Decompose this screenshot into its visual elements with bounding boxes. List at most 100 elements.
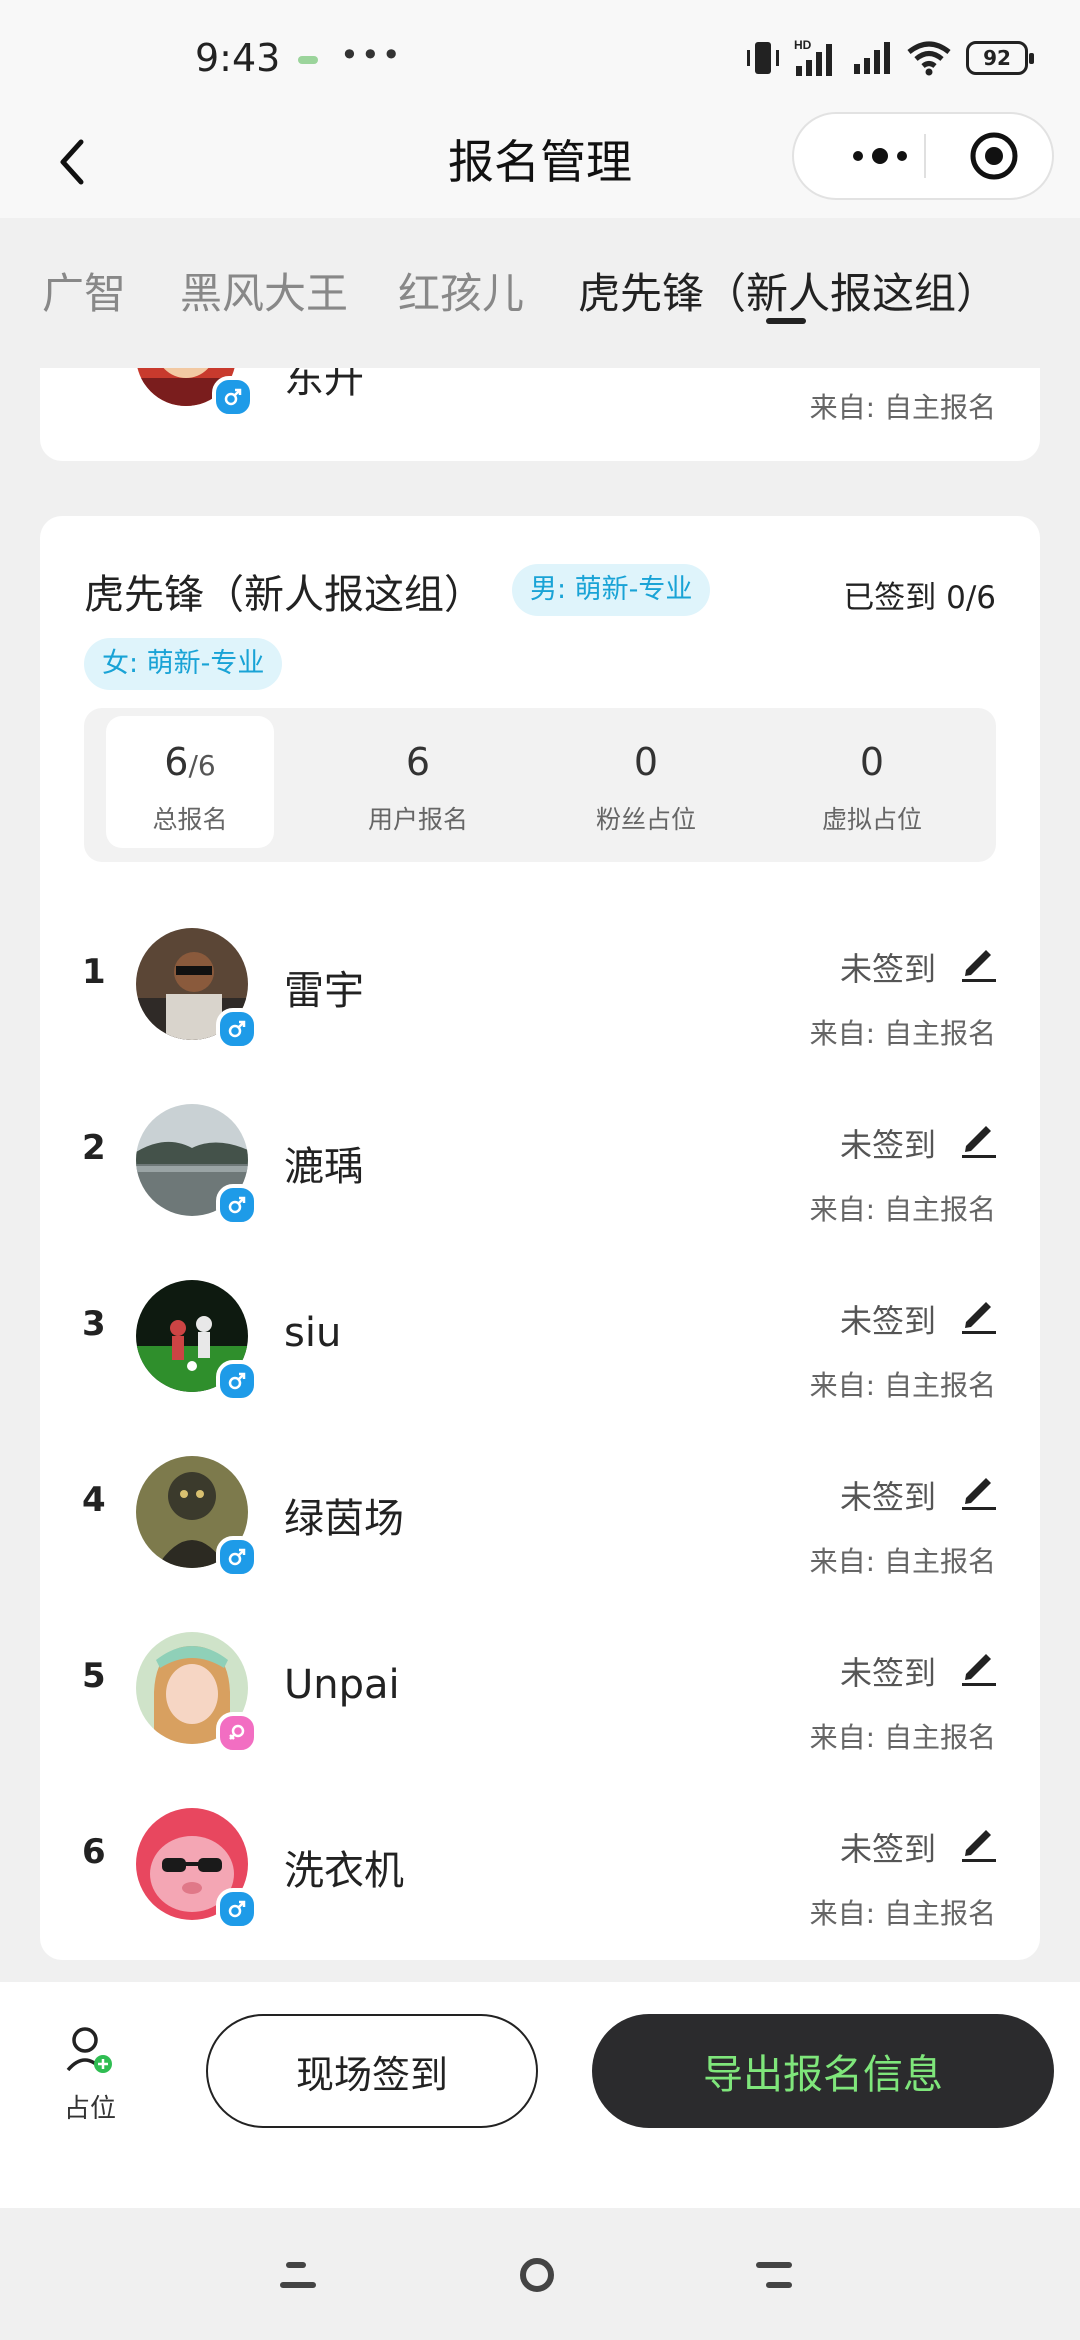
male-badge-icon <box>216 1008 258 1050</box>
stat-fans-value: 0 <box>633 740 659 784</box>
member-row[interactable]: 6 洗衣机 未签到 来自: 自主报名 <box>40 1772 1040 1948</box>
onsite-signin-button[interactable]: 现场签到 <box>206 2014 538 2128</box>
group-card: 虎先锋（新人报这组） 男: 萌新-专业 已签到 0/6 女: 萌新-专业 6/6… <box>40 516 1040 1960</box>
battery-level: 92 <box>983 46 1011 70</box>
bottom-action-bar: 占位 现场签到 导出报名信息 <box>0 1982 1080 2208</box>
active-tab-indicator <box>766 318 806 324</box>
member-index: 5 <box>82 1656 106 1696</box>
member-row[interactable]: 5 Unpai 未签到 来自: 自主报名 <box>40 1596 1040 1772</box>
edit-icon[interactable] <box>956 940 1000 984</box>
member-name: 漉瑀 <box>284 1144 364 1190</box>
status-bar: 9:43 ••• HD 92 <box>0 0 1080 110</box>
male-badge-icon <box>212 376 254 418</box>
placeholder-label: 占位 <box>63 2094 116 2124</box>
source-label: 来自: 自主报名 <box>809 1193 996 1226</box>
source-label: 来自: 自主报名 <box>809 1369 996 1402</box>
source-label: 来自: 自主报名 <box>809 1897 996 1930</box>
tab-guangzhi[interactable]: 广智 <box>42 260 126 321</box>
stat-virtual-value: 0 <box>859 740 885 784</box>
edit-icon[interactable] <box>956 1820 1000 1864</box>
stat-virtual[interactable]: 0 虚拟占位 <box>788 716 956 848</box>
signin-status: 未签到 <box>839 1478 936 1516</box>
signin-status: 未签到 <box>839 1126 936 1164</box>
capsule-divider <box>924 134 926 178</box>
signin-status: 未签到 <box>839 950 936 988</box>
more-dots-icon <box>853 148 907 164</box>
status-time: 9:43 <box>195 36 281 80</box>
member-name: 雷宇 <box>284 968 364 1014</box>
source-label: 来自: 自主报名 <box>809 391 996 424</box>
export-registration-button[interactable]: 导出报名信息 <box>592 2014 1054 2128</box>
battery-icon: 92 <box>966 41 1034 75</box>
group-title: 虎先锋（新人报这组） <box>84 572 484 618</box>
add-person-icon <box>66 2027 112 2073</box>
member-index: 4 <box>82 1480 106 1520</box>
member-index: 3 <box>82 1304 106 1344</box>
back-nav-icon[interactable] <box>756 2258 792 2292</box>
signin-status: 未签到 <box>839 1654 936 1692</box>
status-dots: ••• <box>340 36 403 74</box>
notification-indicator-icon <box>298 56 318 64</box>
source-label: 来自: 自主报名 <box>809 1721 996 1754</box>
stat-total-value: 6 <box>164 740 189 784</box>
previous-group-card: 东升 来自: 自主报名 <box>40 368 1040 461</box>
registration-stats: 6/6 总报名 6 用户报名 0 粉丝占位 0 虚拟占位 <box>84 708 996 862</box>
stat-user-label: 用户报名 <box>367 805 468 834</box>
member-name: Unpai <box>284 1662 400 1708</box>
edit-icon[interactable] <box>956 1644 1000 1688</box>
member-index: 1 <box>82 952 106 992</box>
member-name: 洗衣机 <box>284 1848 404 1894</box>
male-badge-icon <box>216 1888 258 1930</box>
target-circle-icon <box>970 132 1018 180</box>
stat-fans[interactable]: 0 粉丝占位 <box>562 716 730 848</box>
edit-icon[interactable] <box>956 1116 1000 1160</box>
close-miniprogram-button[interactable] <box>954 114 1034 198</box>
member-row[interactable]: 3 siu 未签到 来自: 自主报名 <box>40 1244 1040 1420</box>
cellular-signal-2-icon <box>854 42 890 74</box>
female-badge-icon <box>216 1712 258 1754</box>
menu-nav-icon[interactable] <box>280 2258 316 2292</box>
stat-total-label: 总报名 <box>152 805 228 834</box>
cellular-signal-icon: HD <box>794 38 832 76</box>
male-level-tag: 男: 萌新-专业 <box>512 564 711 616</box>
tab-honghaier[interactable]: 红孩儿 <box>398 260 524 321</box>
vibrate-icon <box>747 42 779 74</box>
stat-user-value: 6 <box>405 740 431 784</box>
tab-huxianfeng[interactable]: 虎先锋（新人报这组） <box>578 260 998 321</box>
network-label: HD <box>794 38 812 52</box>
miniprogram-capsule <box>792 112 1054 200</box>
home-nav-icon[interactable] <box>518 2256 556 2294</box>
previous-member-name: 东升 <box>284 368 364 402</box>
stat-virtual-label: 虚拟占位 <box>821 805 922 834</box>
stat-user[interactable]: 6 用户报名 <box>334 716 502 848</box>
edit-icon[interactable] <box>956 1292 1000 1336</box>
female-level-tag: 女: 萌新-专业 <box>84 638 283 690</box>
system-navigation-bar <box>0 2208 1080 2340</box>
more-button[interactable] <box>830 114 930 198</box>
member-index: 2 <box>82 1128 106 1168</box>
male-badge-icon <box>216 1184 258 1226</box>
wifi-icon <box>907 41 951 76</box>
member-index: 6 <box>82 1832 106 1872</box>
tab-heifeng[interactable]: 黑风大王 <box>180 260 348 321</box>
source-label: 来自: 自主报名 <box>809 1545 996 1578</box>
member-name: 绿茵场 <box>284 1496 404 1542</box>
member-row[interactable]: 2 漉瑀 未签到 来自: 自主报名 <box>40 1068 1040 1244</box>
stat-fans-label: 粉丝占位 <box>595 805 696 834</box>
checked-in-count: 已签到 0/6 <box>843 580 996 616</box>
member-row[interactable]: 1 雷宇 未签到 来自: 自主报名 <box>40 892 1040 1068</box>
member-name: siu <box>284 1310 342 1356</box>
status-icons: HD 92 <box>746 38 1034 78</box>
member-row[interactable]: 4 绿茵场 未签到 来自: 自主报名 <box>40 1420 1040 1596</box>
signin-status: 未签到 <box>839 1302 936 1340</box>
source-label: 来自: 自主报名 <box>809 1017 996 1050</box>
group-tabs: 广智 黑风大王 红孩儿 虎先锋（新人报这组） <box>0 218 1080 368</box>
male-badge-icon <box>216 1536 258 1578</box>
stat-total[interactable]: 6/6 总报名 <box>106 716 274 848</box>
placeholder-button[interactable]: 占位 <box>50 2024 130 2124</box>
stat-total-sub: /6 <box>188 749 216 782</box>
signin-status: 未签到 <box>839 1830 936 1868</box>
male-badge-icon <box>216 1360 258 1402</box>
navigation-bar: 报名管理 <box>0 110 1080 218</box>
edit-icon[interactable] <box>956 1468 1000 1512</box>
